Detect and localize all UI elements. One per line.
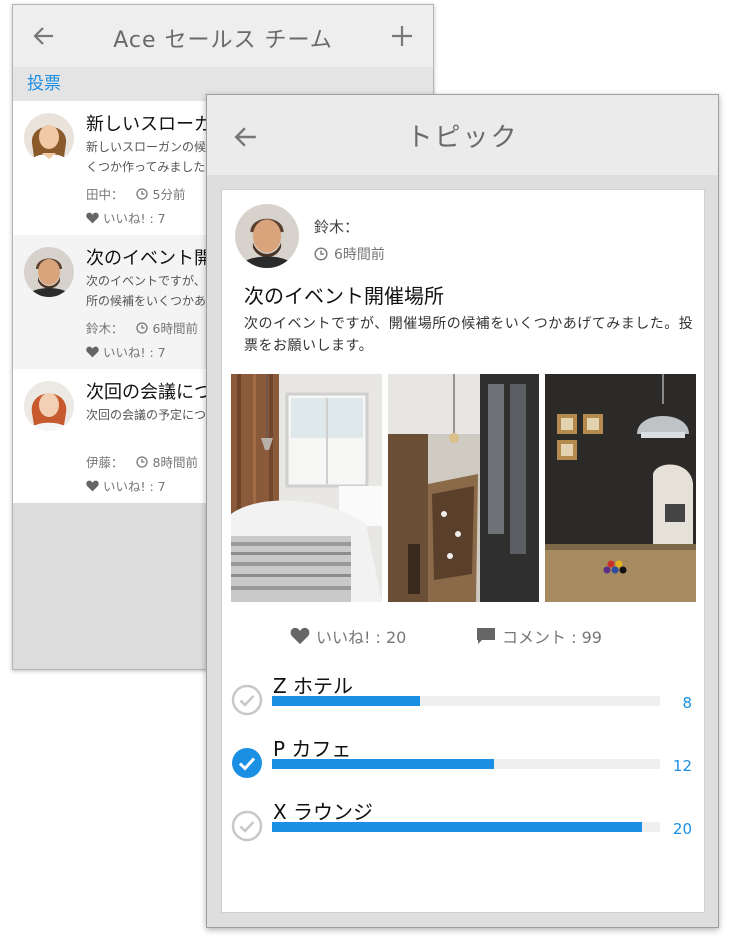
topic-header: トピック: [207, 95, 718, 175]
comment-icon: [477, 628, 495, 644]
post-likes: いいね! : 7: [86, 208, 166, 227]
heart-icon: [86, 346, 99, 357]
poll-option-count: 20: [672, 820, 692, 838]
comment-count: コメント : 99: [502, 628, 602, 647]
photo-cafe[interactable]: [388, 374, 539, 602]
poll-bar-track: [272, 696, 660, 706]
like-count: いいね! : 20: [316, 628, 407, 647]
post-author: 鈴木：: [86, 321, 124, 336]
clock-icon: [135, 455, 148, 468]
topic-time-label: 6時間前: [334, 247, 385, 263]
poll-bar-fill: [272, 822, 642, 832]
avatar: [24, 113, 74, 163]
poll-option[interactable]: Z ホテル 8: [222, 674, 706, 734]
checked-circle-icon[interactable]: [231, 747, 263, 779]
poll-bar-track: [272, 822, 660, 832]
poll-option-count: 12: [672, 757, 692, 775]
clock-icon: [135, 321, 148, 334]
photo-hotel[interactable]: [231, 374, 382, 602]
poll-option[interactable]: P カフェ 12: [222, 737, 706, 797]
unchecked-circle-icon[interactable]: [231, 684, 263, 716]
post-meta: 田中： 5分前: [86, 184, 185, 203]
avatar: [24, 381, 74, 431]
topic-heading: 次のイベント開催場所: [244, 284, 444, 308]
post-likes-label: いいね! : 7: [103, 345, 166, 360]
post-likes: いいね! : 7: [86, 476, 166, 495]
post-likes: いいね! : 7: [86, 342, 166, 361]
comment-button[interactable]: コメント : 99: [476, 624, 602, 648]
poll-option-label: Z ホテル: [273, 674, 354, 698]
poll-option-label: P カフェ: [273, 737, 352, 761]
poll-bar-fill: [272, 759, 494, 769]
topic-card: 鈴木： 6時間前 次のイベント開催場所 次のイベントですが、開催場所の候補をいく…: [221, 189, 705, 913]
poll-option-label: X ラウンジ: [273, 800, 374, 824]
photo-lounge[interactable]: [545, 374, 696, 602]
team-title: Ace セールス チーム: [113, 28, 333, 53]
topic-time: 6時間前: [314, 244, 385, 264]
clock-icon: [135, 187, 148, 200]
post-likes-label: いいね! : 7: [103, 479, 166, 494]
post-meta: 伊藤： 8時間前: [86, 452, 198, 471]
post-title: 次のイベント開: [86, 248, 212, 269]
clock-icon: [314, 247, 328, 261]
post-time: 6時間前: [152, 321, 198, 336]
heart-icon: [86, 480, 99, 491]
post-meta: 鈴木： 6時間前: [86, 318, 198, 337]
topic-title: トピック: [406, 123, 519, 153]
like-button[interactable]: いいね! : 20: [290, 624, 406, 648]
poll-bar-track: [272, 759, 660, 769]
plus-icon[interactable]: [391, 25, 413, 51]
heart-icon: [290, 627, 310, 645]
heart-icon: [86, 212, 99, 223]
team-header: Ace セールス チーム: [13, 5, 433, 67]
poll-option-count: 8: [682, 694, 692, 712]
avatar: [235, 204, 299, 268]
avatar: [24, 247, 74, 297]
post-time: 5分前: [152, 187, 186, 202]
photo-gallery: [231, 374, 697, 602]
poll-bar-fill: [272, 696, 420, 706]
topic-screen: トピック 鈴木： 6時間前 次のイベント開催場所 次のイベントですが、開催場所の…: [206, 94, 719, 928]
post-time: 8時間前: [152, 455, 198, 470]
post-title: 次回の会議につ: [86, 382, 212, 403]
poll-option[interactable]: X ラウンジ 20: [222, 800, 706, 860]
post-author: 伊藤：: [86, 455, 124, 470]
topic-author: 鈴木：: [314, 218, 360, 236]
topic-body: 次のイベントですが、開催場所の候補をいくつかあげてみました。投票をお願いします。: [244, 316, 694, 354]
topic-stats: いいね! : 20 コメント : 99: [222, 624, 704, 654]
unchecked-circle-icon[interactable]: [231, 810, 263, 842]
post-likes-label: いいね! : 7: [103, 211, 166, 226]
post-author: 田中：: [86, 187, 124, 202]
